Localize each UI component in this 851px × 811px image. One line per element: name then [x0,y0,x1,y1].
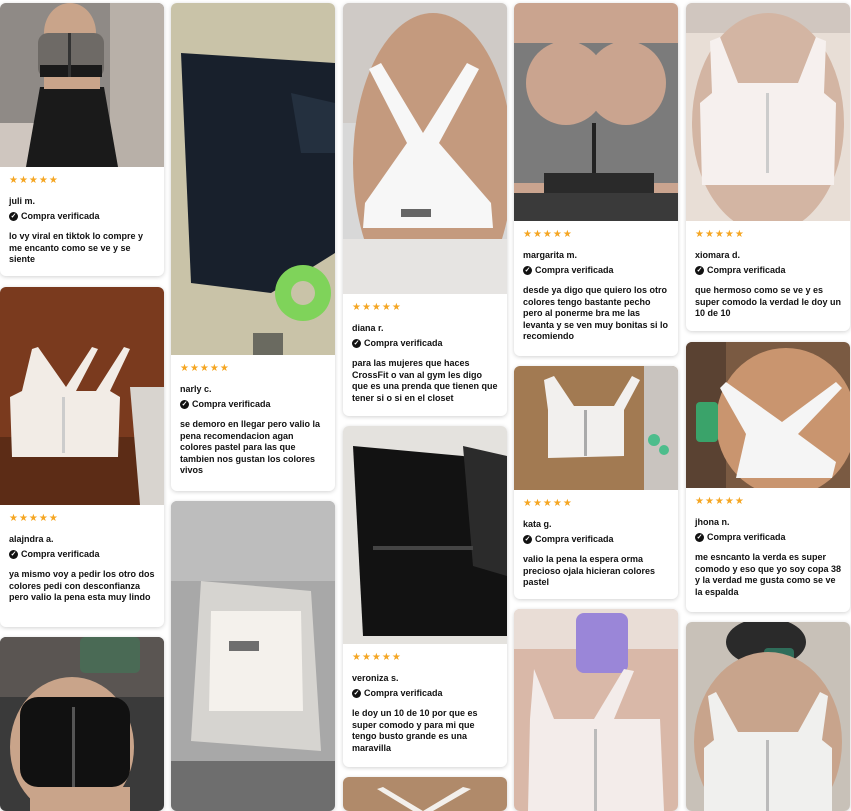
review-photo[interactable] [686,3,850,221]
check-circle-icon: ✓ [695,533,704,542]
verified-badge: ✓ Compra verificada [180,399,327,410]
verified-badge: ✓ Compra verificada [695,265,842,276]
check-circle-icon: ✓ [180,400,189,409]
check-circle-icon: ✓ [695,266,704,275]
reviewer-name: diana r. [352,323,384,333]
check-circle-icon: ✓ [352,689,361,698]
review-text: me esncanto la verda es super comodo y e… [695,552,842,597]
reviewer-name: juli m. [9,196,36,206]
verified-label: Compra verificada [21,549,100,559]
reviewer-name: kata g. [523,519,552,529]
check-circle-icon: ✓ [9,550,18,559]
star-rating: ★★★★★ [523,229,573,240]
review-photo[interactable] [514,609,678,811]
star-rating: ★★★★★ [180,363,230,374]
review-body: ★★★★★ narly c. ✓ Compra verificada se de… [171,355,335,485]
review-card[interactable]: ★★★★★ jhona n. ✓ Compra verificada me es… [686,342,850,612]
verified-badge: ✓ Compra verificada [9,549,156,560]
review-text: ya mismo voy a pedir los otro dos colore… [9,569,155,602]
verified-label: Compra verificada [21,211,100,221]
review-card[interactable]: ★★★★★ xiomara d. ✓ Compra verificada que… [686,3,850,331]
review-card[interactable]: ★★★★★ veroniza s. ✓ Compra verificada le… [343,426,507,767]
review-body: ★★★★★ jhona n. ✓ Compra verificada me es… [686,488,850,606]
reviewer-name: xiomara d. [695,250,741,260]
review-photo[interactable] [686,342,850,488]
review-photo[interactable] [0,637,164,811]
review-card[interactable]: ★★★★★ narly c. ✓ Compra verificada se de… [171,3,335,491]
check-circle-icon: ✓ [523,266,532,275]
verified-badge: ✓ Compra verificada [523,534,670,545]
review-body: ★★★★★ veroniza s. ✓ Compra verificada le… [343,644,507,762]
review-body: ★★★★★ alajndra a. ✓ Compra verificada ya… [0,505,164,612]
review-text: que hermoso como se ve y es super comodo… [695,285,842,318]
review-card[interactable] [686,622,850,811]
review-card[interactable] [0,637,164,811]
review-body: ★★★★★ xiomara d. ✓ Compra verificada que… [686,221,850,328]
review-photo[interactable] [171,501,335,811]
review-text: lo vy viral en tiktok lo compre y me enc… [9,231,144,264]
review-text: valio la pena la espera orma precioso oj… [523,554,656,587]
review-body: ★★★★★ diana r. ✓ Compra verificada para … [343,294,507,412]
verified-badge: ✓ Compra verificada [9,211,156,222]
reviewer-name: narly c. [180,384,212,394]
check-circle-icon: ✓ [352,339,361,348]
verified-label: Compra verificada [707,532,786,542]
star-rating: ★★★★★ [523,498,573,509]
review-text: desde ya digo que quiero los otro colore… [523,285,669,341]
check-circle-icon: ✓ [9,212,18,221]
star-rating: ★★★★★ [9,513,59,524]
verified-label: Compra verificada [707,265,786,275]
verified-label: Compra verificada [535,265,614,275]
verified-label: Compra verificada [364,338,443,348]
reviewer-name: jhona n. [695,517,730,527]
review-body: ★★★★★ juli m. ✓ Compra verificada lo vy … [0,167,164,274]
review-card[interactable] [514,609,678,811]
verified-badge: ✓ Compra verificada [352,688,499,699]
review-card[interactable]: ★★★★★ kata g. ✓ Compra verificada valio … [514,366,678,599]
review-photo[interactable] [514,3,678,221]
review-photo[interactable] [343,3,507,294]
star-rating: ★★★★★ [352,652,402,663]
review-photo[interactable] [343,777,507,811]
verified-label: Compra verificada [192,399,271,409]
reviewer-name: alajndra a. [9,534,54,544]
star-rating: ★★★★★ [9,175,59,186]
review-body: ★★★★★ kata g. ✓ Compra verificada valio … [514,490,678,597]
verified-label: Compra verificada [535,534,614,544]
review-photo[interactable] [514,366,678,490]
review-photo[interactable] [686,622,850,811]
reviewer-name: veroniza s. [352,673,399,683]
check-circle-icon: ✓ [523,535,532,544]
verified-label: Compra verificada [364,688,443,698]
review-photo[interactable] [343,426,507,644]
review-text: para las mujeres que haces CrossFit o va… [352,358,498,403]
review-photo[interactable] [0,3,164,167]
verified-badge: ✓ Compra verificada [695,532,842,543]
review-card[interactable]: ★★★★★ alajndra a. ✓ Compra verificada ya… [0,287,164,627]
review-photo[interactable] [0,287,164,505]
star-rating: ★★★★★ [695,229,745,240]
star-rating: ★★★★★ [352,302,402,313]
verified-badge: ✓ Compra verificada [523,265,670,276]
reviewer-name: margarita m. [523,250,578,260]
verified-badge: ✓ Compra verificada [352,338,499,349]
review-card[interactable]: ★★★★★ margarita m. ✓ Compra verificada d… [514,3,678,356]
review-body: ★★★★★ margarita m. ✓ Compra verificada d… [514,221,678,351]
review-card[interactable]: ★★★★★ juli m. ✓ Compra verificada lo vy … [0,3,164,276]
review-text: se demoro en llegar pero valio la pena r… [180,419,321,475]
review-photo[interactable] [171,3,335,355]
review-card[interactable]: ★★★★★ diana r. ✓ Compra verificada para … [343,3,507,416]
review-text: le doy un 10 de 10 por que es super como… [352,708,478,753]
review-card[interactable] [171,501,335,811]
review-card[interactable] [343,777,507,811]
star-rating: ★★★★★ [695,496,745,507]
